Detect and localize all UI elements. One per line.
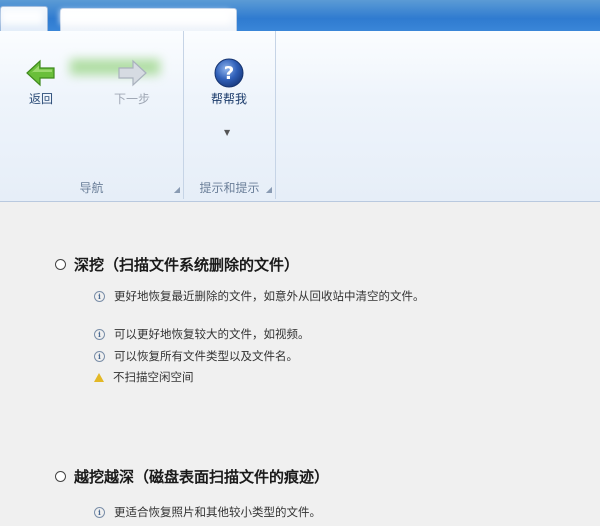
blurred-region [2, 10, 42, 24]
back-arrow-icon [26, 59, 55, 87]
detail-text: 可以恢复所有文件类型以及文件名。 [114, 349, 298, 363]
ribbon: 返回 下一步 导航 ◢ 提示和提示 ◢ ? 帮帮我 ▼ [0, 31, 600, 202]
scan-options-panel: 深挖（扫描文件系统删除的文件） i 更好地恢复最近删除的文件，如意外从回收站中清… [0, 202, 600, 526]
back-button-label: 返回 [28, 92, 53, 106]
list-item: i 更适合恢复照片和其他较小类型的文件。 [94, 504, 321, 520]
blurred-region [60, 10, 230, 24]
list-item: i 可以更好地恢复较大的文件，如视频。 [94, 326, 310, 342]
back-button[interactable]: 返回 [11, 57, 71, 115]
option-deeper-title: 越挖越深（磁盘表面扫描文件的痕迹） [74, 468, 330, 486]
info-icon: i [94, 350, 105, 362]
group-launcher-icon[interactable]: ◢ [266, 185, 272, 194]
warning-icon [94, 372, 104, 382]
chevron-down-icon[interactable]: ▼ [224, 128, 230, 137]
info-icon: i [94, 506, 105, 518]
info-icon: i [94, 328, 105, 340]
ribbon-group-label: 提示和提示 [199, 181, 260, 195]
radio-deep[interactable] [55, 259, 66, 270]
detail-text: 更适合恢复照片和其他较小类型的文件。 [114, 505, 321, 519]
detail-text: 可以更好地恢复较大的文件，如视频。 [114, 327, 310, 341]
list-item: 不扫描空闲空间 [94, 369, 194, 385]
title-bar [0, 0, 600, 32]
option-deeper[interactable]: 越挖越深（磁盘表面扫描文件的痕迹） [55, 466, 329, 487]
option-deep[interactable]: 深挖（扫描文件系统删除的文件） [55, 254, 299, 275]
svg-text:?: ? [224, 63, 234, 84]
list-item: i 可以恢复所有文件类型以及文件名。 [94, 348, 298, 364]
help-question-icon: ? [214, 58, 244, 88]
detail-text: 更好地恢复最近删除的文件，如意外从回收站中清空的文件。 [114, 289, 425, 303]
next-button-label: 下一步 [113, 92, 150, 106]
ribbon-group-navigation: 返回 下一步 导航 ◢ [0, 31, 184, 199]
next-button[interactable]: 下一步 [102, 57, 162, 115]
help-button-label: 帮帮我 [210, 92, 247, 106]
radio-deeper[interactable] [55, 471, 66, 482]
ribbon-group-label: 导航 [79, 181, 104, 195]
group-launcher-icon[interactable]: ◢ [174, 185, 180, 194]
detail-text: 不扫描空闲空间 [113, 370, 194, 384]
help-button[interactable]: ? 帮帮我 [199, 57, 259, 115]
option-deep-title: 深挖（扫描文件系统删除的文件） [74, 256, 300, 274]
next-arrow-icon [118, 59, 147, 87]
info-icon: i [94, 290, 105, 302]
list-item: i 更好地恢复最近删除的文件，如意外从回收站中清空的文件。 [94, 288, 425, 304]
